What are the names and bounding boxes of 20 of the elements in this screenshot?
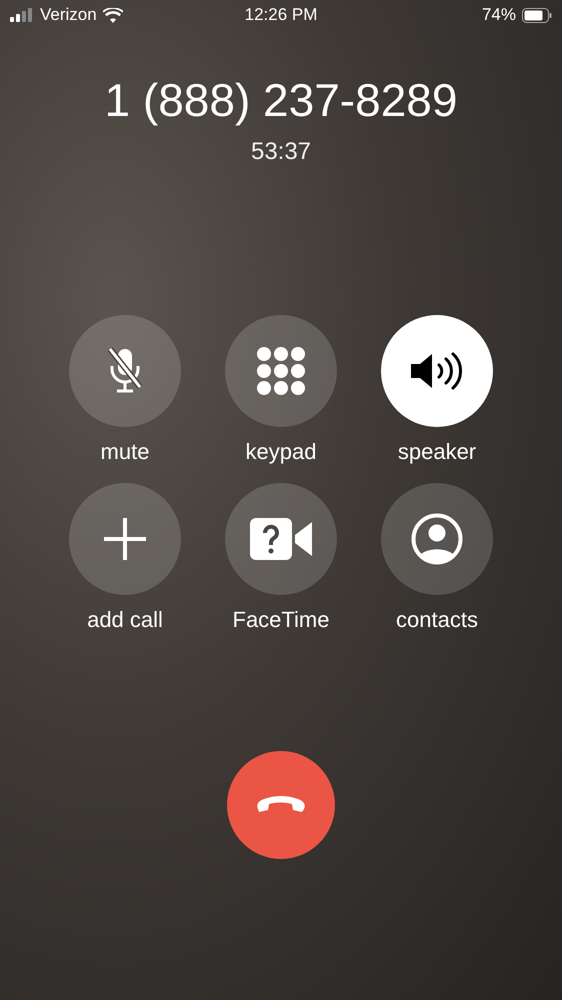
battery-percentage: 74% [482,5,516,25]
wifi-icon [102,8,123,22]
signal-icon [10,8,34,22]
battery-icon [522,8,552,22]
button-label: speaker [398,439,476,465]
button-label: FaceTime [232,607,330,633]
keypad-icon [257,347,305,395]
phone-number: 1 (888) 237-8289 [104,73,458,128]
speaker-icon [409,351,465,391]
person-circle-icon [411,513,463,565]
button-label: keypad [246,439,316,465]
phone-handset-icon [256,795,306,815]
clock-time: 12:26 PM [244,5,318,25]
call-duration: 53:37 [250,138,312,166]
button-label: contacts [396,607,478,633]
plus-icon [104,518,146,560]
button-label: add call [87,607,163,633]
button-label: mute [100,439,150,465]
carrier-name: Verizon [40,5,97,25]
video-camera-question-icon [250,518,312,560]
